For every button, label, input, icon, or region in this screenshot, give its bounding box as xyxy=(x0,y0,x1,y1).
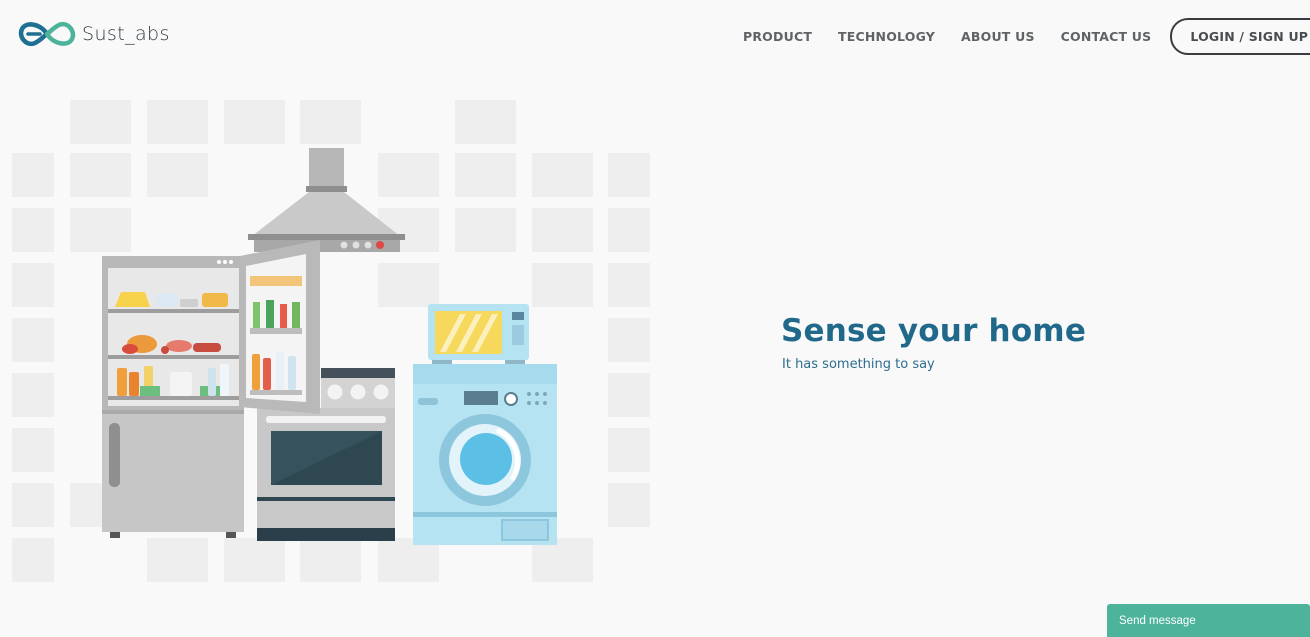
send-message-label: Send message xyxy=(1119,614,1196,627)
nav-about-us[interactable]: ABOUT US xyxy=(961,23,1035,50)
send-message-widget[interactable]: Send message xyxy=(1107,604,1310,637)
main-nav: PRODUCT TECHNOLOGY ABOUT US CONTACT US L… xyxy=(730,18,1310,55)
infinity-logo-icon xyxy=(18,21,76,47)
washing-machine xyxy=(413,364,557,545)
hero-subtitle: It has something to say xyxy=(782,357,935,372)
brand-logo[interactable]: Sust_abs xyxy=(17,17,170,51)
page: Sust_abs PRODUCT TECHNOLOGY ABOUT US CON… xyxy=(0,0,1310,637)
nav-contact-us[interactable]: CONTACT US xyxy=(1061,23,1152,50)
hero-title: Sense your home xyxy=(781,313,1087,349)
kitchen-appliances-illustration xyxy=(12,100,650,582)
login-signup-button[interactable]: LOGIN / SIGN UP xyxy=(1170,18,1310,55)
hero-section: Sense your home It has something to say xyxy=(781,313,1086,372)
microwave xyxy=(428,304,529,364)
nav-technology[interactable]: TECHNOLOGY xyxy=(838,23,935,50)
brand-name: Sust_abs xyxy=(82,23,170,45)
nav-product[interactable]: PRODUCT xyxy=(743,23,812,50)
